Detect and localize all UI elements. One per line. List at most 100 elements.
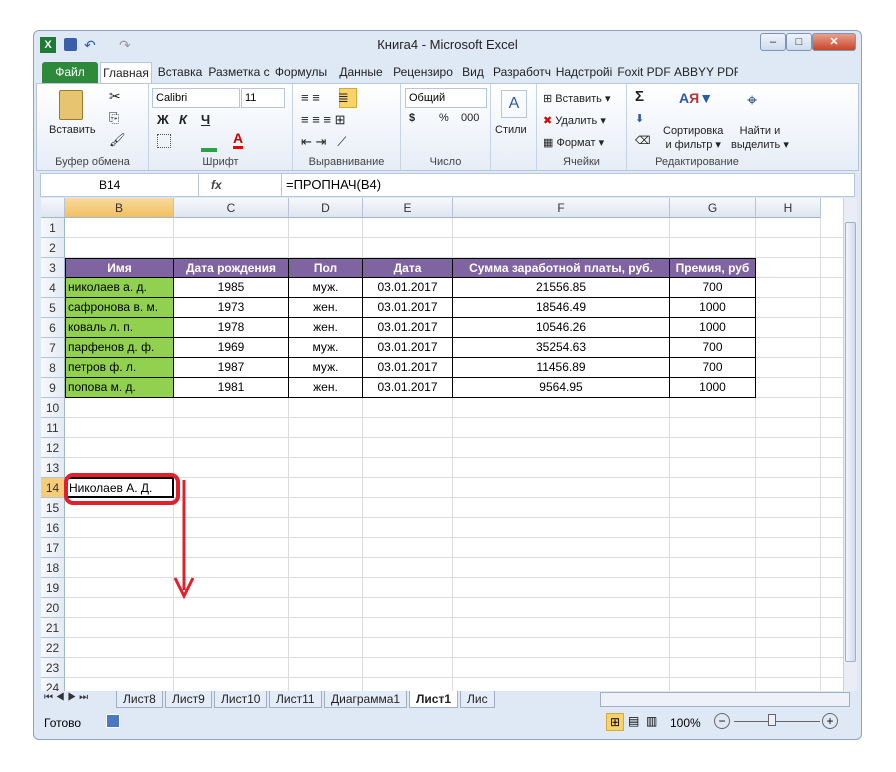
row-header-15[interactable]: 15 (41, 498, 65, 518)
table-header-cell[interactable]: Имя (65, 258, 174, 278)
table-cell[interactable]: 1000 (670, 298, 756, 318)
table-header-cell[interactable]: Дата (363, 258, 453, 278)
insert-function-button[interactable]: fx (211, 174, 222, 196)
sort-filter-button[interactable]: Сортировка и фильтр ▾ (663, 124, 723, 152)
thousands-button[interactable]: 000 (461, 112, 479, 124)
row-header-16[interactable]: 16 (41, 518, 65, 538)
zoom-slider[interactable] (734, 721, 820, 722)
table-cell[interactable]: сафронова в. м. (65, 298, 174, 318)
redo-icon[interactable]: ↷ (119, 31, 131, 59)
indent-icons[interactable]: ⇤ ⇥ ⟋ (301, 134, 346, 150)
table-cell[interactable]: парфенов д. ф. (65, 338, 174, 358)
underline-button[interactable]: Ч (201, 112, 210, 127)
vertical-scrollbar[interactable] (843, 198, 857, 691)
table-cell[interactable]: 03.01.2017 (363, 278, 453, 298)
paste-button[interactable]: Вставить (49, 124, 96, 136)
table-cell[interactable]: 35254.63 (453, 338, 670, 358)
table-cell[interactable]: 1978 (174, 318, 289, 338)
row-header-22[interactable]: 22 (41, 638, 65, 658)
table-cell[interactable]: жен. (289, 298, 363, 318)
table-cell[interactable]: муж. (289, 278, 363, 298)
name-box[interactable]: B14 (41, 174, 199, 196)
table-cell[interactable]: 1987 (174, 358, 289, 378)
horizontal-align-icons[interactable]: ≡ ≡ ≡ ⊞ (301, 112, 345, 128)
row-header-19[interactable]: 19 (41, 578, 65, 598)
row-header-2[interactable]: 2 (41, 238, 65, 258)
column-header-C[interactable]: C (174, 198, 289, 218)
table-cell[interactable]: жен. (289, 318, 363, 338)
table-cell[interactable]: 700 (670, 278, 756, 298)
row-header-23[interactable]: 23 (41, 658, 65, 678)
table-cell[interactable]: 1973 (174, 298, 289, 318)
row-header-5[interactable]: 5 (41, 298, 65, 318)
table-cell[interactable]: 1985 (174, 278, 289, 298)
sheet-nav-icons[interactable]: ⏮ ◀ ▶ ⏭ (44, 692, 88, 703)
formula-input[interactable]: =ПРОПНАЧ(B4) (281, 174, 841, 196)
table-header-cell[interactable]: Сумма заработной платы, руб. (453, 258, 670, 278)
table-cell[interactable]: 1000 (670, 378, 756, 398)
tab-10[interactable]: Foxit PDF (616, 62, 672, 83)
tab-11[interactable]: ABBYY PDF (674, 62, 738, 83)
table-header-cell[interactable]: Премия, руб (670, 258, 756, 278)
page-layout-view-icon[interactable]: ▤ (628, 714, 639, 728)
table-cell[interactable]: коваль л. п. (65, 318, 174, 338)
clear-icon[interactable]: ⌫ (635, 134, 651, 147)
worksheet-grid[interactable]: B C D E F G H 1 2 3 4 5 6 7 8 9 10 11 12 13 14 15 16 17 18 19 20 21… (41, 198, 843, 691)
fill-icon[interactable]: ⬇ (635, 112, 644, 125)
row-header-1[interactable]: 1 (41, 218, 65, 238)
table-cell[interactable]: 9564.95 (453, 378, 670, 398)
format-painter-icon[interactable]: 🖌 (109, 132, 126, 148)
insert-cells-button[interactable]: ⊞ Вставить ▾ (543, 92, 611, 105)
table-cell[interactable]: муж. (289, 338, 363, 358)
font-name-combo[interactable]: Calibri (152, 88, 240, 108)
row-header-3[interactable]: 3 (41, 258, 65, 278)
macro-record-icon[interactable] (106, 714, 120, 728)
table-cell[interactable]: жен. (289, 378, 363, 398)
select-all-corner[interactable] (41, 198, 65, 218)
horizontal-scrollbar[interactable] (600, 692, 850, 707)
bold-button[interactable]: Ж (157, 112, 169, 127)
sheet-tab-1[interactable]: Лист9 (165, 691, 212, 708)
row-header-21[interactable]: 21 (41, 618, 65, 638)
row-header-18[interactable]: 18 (41, 558, 65, 578)
column-header-F[interactable]: F (453, 198, 670, 218)
sheet-tab-4[interactable]: Диаграмма1 (324, 691, 408, 708)
table-cell[interactable]: 03.01.2017 (363, 358, 453, 378)
sheet-tab-2[interactable]: Лист10 (214, 691, 268, 708)
zoom-slider-handle[interactable] (768, 714, 776, 726)
minimize-button[interactable]: – (760, 33, 786, 51)
zoom-in-button[interactable]: + (822, 713, 838, 729)
row-header-20[interactable]: 20 (41, 598, 65, 618)
row-header-11[interactable]: 11 (41, 418, 65, 438)
row-header-13[interactable]: 13 (41, 458, 65, 478)
fill-color-icon[interactable] (201, 148, 217, 152)
column-header-H[interactable]: H (756, 198, 821, 218)
italic-button[interactable]: К (179, 112, 187, 127)
table-cell[interactable]: 11456.89 (453, 358, 670, 378)
format-cells-button[interactable]: ▦ Формат ▾ (543, 136, 604, 149)
autosum-button[interactable]: Σ (635, 88, 644, 105)
row-header-14[interactable]: 14 (41, 478, 65, 498)
tab-6[interactable]: Рецензиро (392, 62, 454, 83)
styles-icon[interactable]: A (501, 90, 527, 118)
page-break-view-icon[interactable]: ▥ (646, 714, 657, 728)
cut-icon[interactable]: ✂ (109, 88, 121, 105)
table-cell[interactable]: 700 (670, 358, 756, 378)
paste-icon[interactable] (59, 90, 83, 120)
find-select-button[interactable]: Найти и выделить ▾ (731, 124, 789, 152)
table-cell[interactable]: 03.01.2017 (363, 298, 453, 318)
tab-7[interactable]: Вид (456, 62, 490, 83)
tab-1[interactable]: Главная (100, 62, 152, 83)
styles-button[interactable]: Стили (495, 124, 527, 136)
tab-5[interactable]: Данные (332, 62, 390, 83)
save-icon[interactable] (64, 38, 77, 51)
copy-icon[interactable]: ⎘ (109, 110, 119, 126)
column-header-D[interactable]: D (289, 198, 363, 218)
sheet-tab-6[interactable]: Лис (460, 691, 495, 708)
table-header-cell[interactable]: Пол (289, 258, 363, 278)
table-cell[interactable]: 10546.26 (453, 318, 670, 338)
table-cell[interactable]: 1969 (174, 338, 289, 358)
table-cell[interactable]: 21556.85 (453, 278, 670, 298)
row-header-24[interactable]: 24 (41, 678, 65, 691)
table-cell[interactable]: 700 (670, 338, 756, 358)
